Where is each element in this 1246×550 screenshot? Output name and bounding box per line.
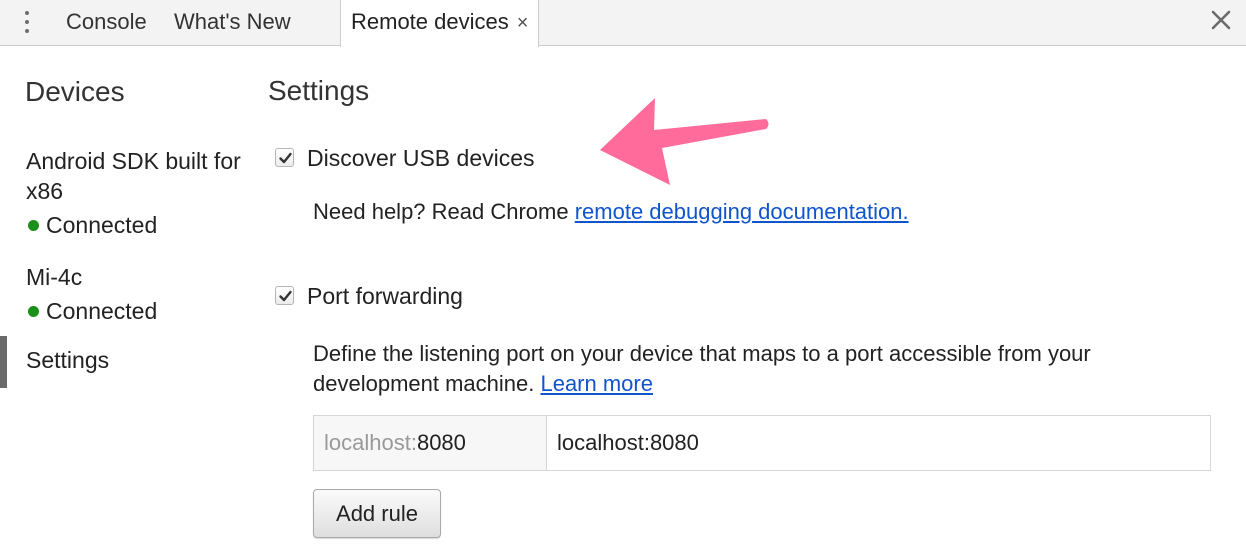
tab-remote-devices[interactable]: Remote devices ×: [340, 0, 540, 47]
learn-more-link[interactable]: Learn more: [540, 371, 653, 396]
tab-label: Console: [66, 9, 147, 34]
tab-label: What's New: [174, 9, 291, 34]
devices-sidebar: Devices Android SDK built for x86 Connec…: [0, 46, 245, 550]
discover-usb-label: Discover USB devices: [307, 145, 535, 171]
close-icon[interactable]: [1206, 5, 1236, 35]
device-status: Connected: [28, 210, 157, 240]
tab-console[interactable]: Console: [66, 0, 147, 46]
checkmark-icon[interactable]: [275, 286, 294, 305]
port-forwarding-rule: localhost:8080 localhost:8080: [313, 415, 1211, 471]
remote-debugging-docs-link[interactable]: remote debugging documentation.: [575, 199, 909, 224]
status-text: Connected: [46, 212, 158, 238]
local-address-cell[interactable]: localhost:8080: [548, 416, 699, 470]
status-text: Connected: [46, 298, 158, 324]
help-prefix: Need help? Read Chrome: [313, 199, 575, 224]
status-dot-icon: [28, 306, 39, 317]
usb-help-text: Need help? Read Chrome remote debugging …: [313, 197, 909, 227]
device-status: Connected: [28, 296, 157, 326]
more-vertical-icon[interactable]: [19, 8, 35, 38]
add-rule-button[interactable]: Add rule: [313, 489, 441, 538]
device-host-prefix: localhost:: [324, 430, 417, 455]
checkmark-icon[interactable]: [275, 148, 294, 167]
sidebar-item-settings[interactable]: Settings: [0, 334, 245, 390]
device-port-cell[interactable]: localhost:8080: [314, 416, 547, 470]
device-name[interactable]: Android SDK built for x86: [26, 146, 241, 206]
device-port-value: 8080: [416, 430, 466, 455]
arrow-icon: [600, 98, 769, 185]
port-forwarding-description: Define the listening port on your device…: [313, 339, 1213, 399]
device-name[interactable]: Mi-4c: [26, 262, 241, 292]
sidebar-item-label: Settings: [26, 347, 110, 373]
port-forwarding-label: Port forwarding: [307, 283, 463, 309]
sidebar-title: Devices: [25, 76, 125, 107]
description-text: Define the listening port on your device…: [313, 341, 1091, 396]
tab-close-icon[interactable]: ×: [517, 1, 529, 45]
status-dot-icon: [28, 220, 39, 231]
page-title: Settings: [268, 75, 370, 106]
selection-indicator: [0, 336, 7, 388]
tab-bar: Console What's New Remote devices ×: [0, 0, 1246, 47]
tab-whats-new[interactable]: What's New: [174, 0, 291, 46]
tab-label: Remote devices: [351, 9, 509, 34]
